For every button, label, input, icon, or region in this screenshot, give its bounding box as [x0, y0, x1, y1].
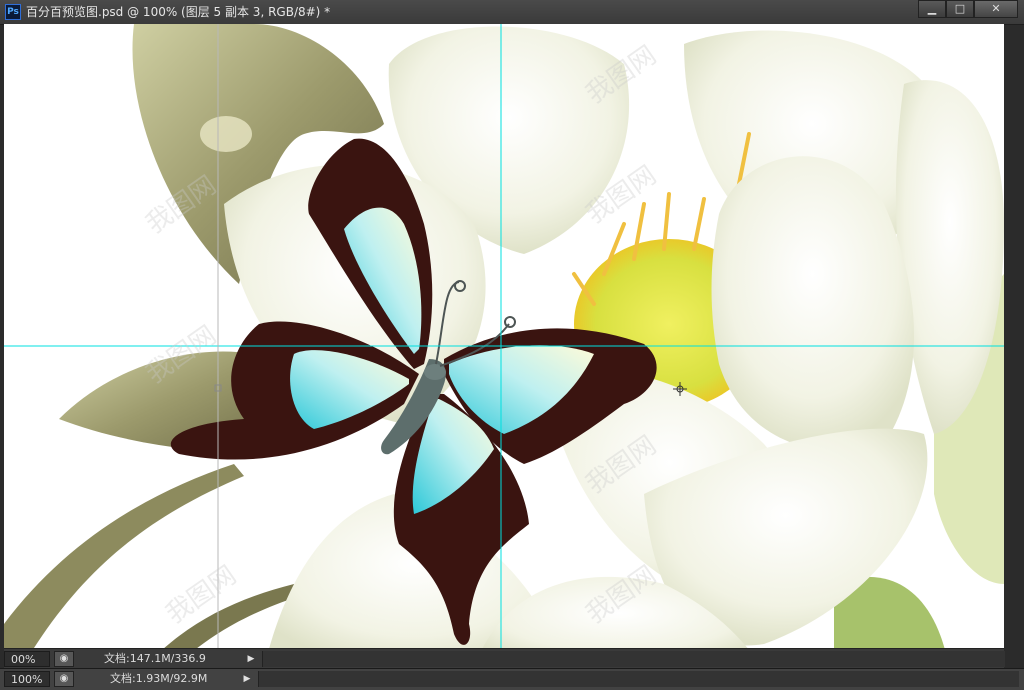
title-bar[interactable]: Ps 百分百预览图.psd @ 100% (图层 5 副本 3, RGB/8#)…: [0, 0, 1024, 25]
info-icon[interactable]: ◉: [54, 671, 74, 687]
photoshop-app-icon: Ps: [5, 4, 21, 20]
close-button[interactable]: ✕: [974, 0, 1018, 18]
artwork: 我图网 我图网 我图网 我图网 我图网 我图网 我图网: [4, 24, 1004, 668]
butterfly-head: [424, 364, 446, 380]
status-menu-arrow-icon[interactable]: ▶: [240, 671, 254, 687]
document-info: 文档:1.93M/92.9M: [110, 672, 208, 685]
status-menu-arrow-icon[interactable]: ▶: [244, 651, 258, 667]
maximize-button[interactable]: □: [946, 0, 974, 18]
horizontal-scrollbar[interactable]: [258, 671, 1019, 687]
info-icon[interactable]: ◉: [54, 651, 74, 667]
zoom-field[interactable]: 00%: [4, 651, 50, 667]
leaf-highlight: [200, 116, 252, 152]
zoom-field[interactable]: 100%: [4, 671, 50, 687]
horizontal-scrollbar[interactable]: [262, 651, 1005, 667]
minimize-button[interactable]: ▁: [918, 0, 946, 18]
inner-status-bar: 00% ◉ 文档:147.1M/336.9 ▶: [4, 648, 1005, 669]
document-title: 百分百预览图.psd @ 100% (图层 5 副本 3, RGB/8#) *: [26, 5, 331, 19]
document-canvas[interactable]: 我图网 我图网 我图网 我图网 我图网 我图网 我图网: [4, 24, 1004, 668]
document-info: 文档:147.1M/336.9: [104, 652, 206, 665]
outer-status-bar: 100% ◉ 文档:1.93M/92.9M ▶: [0, 668, 1024, 690]
